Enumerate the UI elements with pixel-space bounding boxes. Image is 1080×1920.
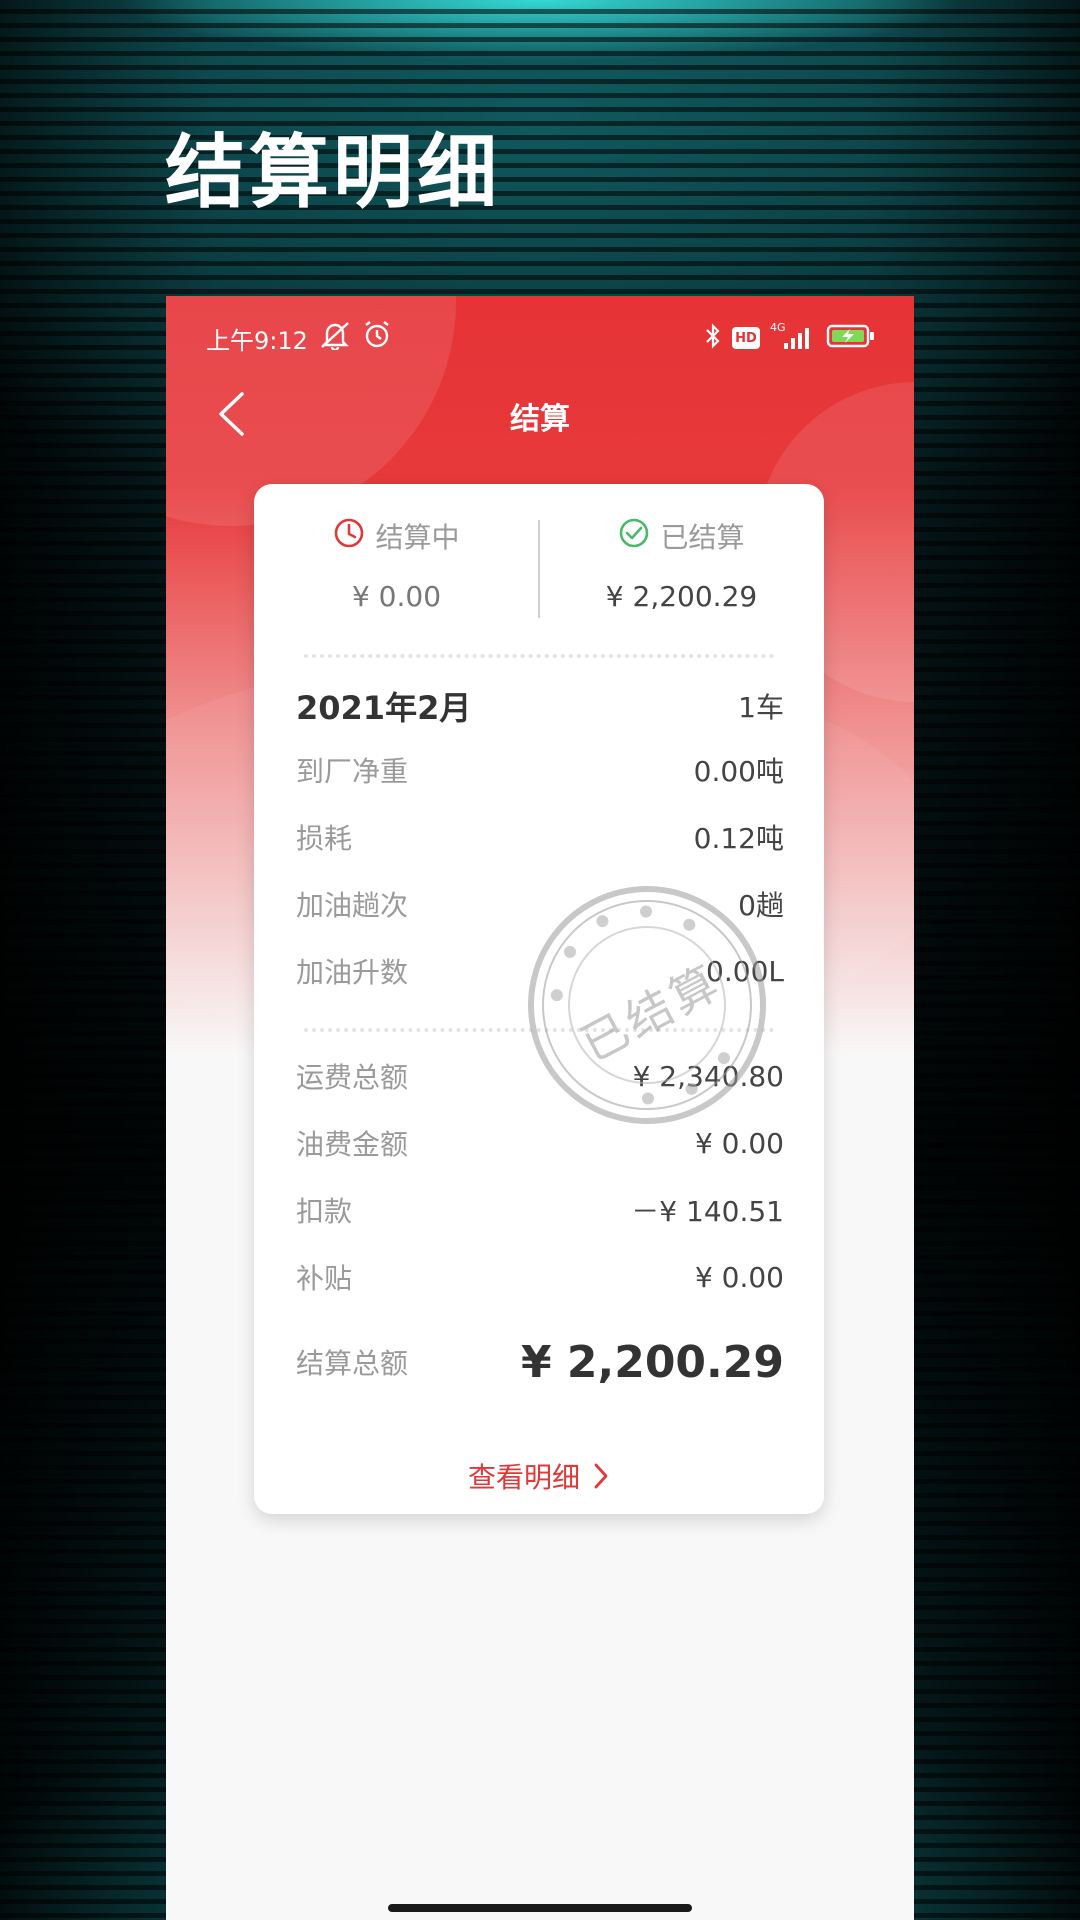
signal-icon: 4G (770, 321, 816, 353)
pending-summary[interactable]: 结算中 ¥ 0.00 (254, 516, 539, 613)
mute-icon (318, 320, 352, 356)
amount-row: 扣款 －¥ 140.51 (296, 1190, 784, 1230)
amount-label: 补贴 (296, 1262, 353, 1295)
total-amount: ¥ 2,200.29 (520, 1336, 784, 1388)
nav-bar: 结算 (166, 374, 914, 454)
alarm-icon (362, 320, 392, 356)
amount-row: 油费金额 ¥ 0.00 (296, 1123, 784, 1163)
settled-summary[interactable]: 已结算 ¥ 2,200.29 (539, 516, 824, 613)
pending-amount: ¥ 0.00 (351, 580, 442, 613)
amount-label: 扣款 (296, 1195, 353, 1228)
page-title: 结算 (510, 402, 570, 437)
amount-value: －¥ 140.51 (631, 1195, 784, 1228)
view-details-link[interactable]: 查看明细 (254, 1456, 824, 1496)
battery-icon (826, 323, 876, 353)
period-month: 2021年2月 (296, 689, 472, 727)
settlement-card: 结算中 ¥ 0.00 已结算 ¥ 2,200.29 2021年2月 1车 到厂净… (254, 484, 824, 1514)
detail-label: 加油趟次 (296, 889, 409, 922)
amount-row: 补贴 ¥ 0.00 (296, 1257, 784, 1297)
amount-label: 油费金额 (296, 1128, 409, 1161)
status-bar: 上午9:12 HD 4G (206, 316, 876, 360)
detail-value: 0趟 (738, 889, 784, 922)
bluetooth-icon (704, 321, 722, 355)
chevron-right-icon (594, 1463, 608, 1489)
amount-value: ¥ 0.00 (694, 1126, 784, 1160)
detail-row: 到厂净重 0.00吨 (296, 750, 784, 790)
period-row: 2021年2月 1车 (296, 686, 784, 727)
total-label: 结算总额 (296, 1347, 409, 1380)
amount-label: 运费总额 (296, 1061, 409, 1094)
home-indicator[interactable] (388, 1904, 692, 1912)
settled-label: 已结算 (660, 521, 745, 554)
detail-value: 0.00吨 (693, 755, 784, 788)
detail-row: 损耗 0.12吨 (296, 817, 784, 857)
promo-title: 结算明细 (165, 126, 501, 219)
dashed-divider (304, 654, 774, 658)
detail-label: 损耗 (296, 822, 353, 855)
hd-icon: HD (732, 327, 760, 349)
settled-amount: ¥ 2,200.29 (605, 580, 758, 613)
detail-label: 到厂净重 (296, 755, 409, 788)
check-circle-icon (618, 517, 650, 556)
pending-label: 结算中 (375, 521, 460, 554)
view-details-label: 查看明细 (467, 1461, 580, 1494)
detail-label: 加油升数 (296, 956, 409, 989)
summary-divider (538, 520, 540, 618)
clock-icon (333, 517, 365, 556)
total-row: 结算总额 ¥ 2,200.29 (296, 1332, 784, 1392)
amount-value: ¥ 0.00 (694, 1260, 784, 1294)
vehicle-count: 1车 (738, 691, 784, 724)
phone-screen: 上午9:12 HD 4G 结算 结算中 ¥ 0.00 已结算 ¥ 2,200.2… (166, 296, 914, 1920)
status-time: 上午9:12 (206, 326, 308, 355)
